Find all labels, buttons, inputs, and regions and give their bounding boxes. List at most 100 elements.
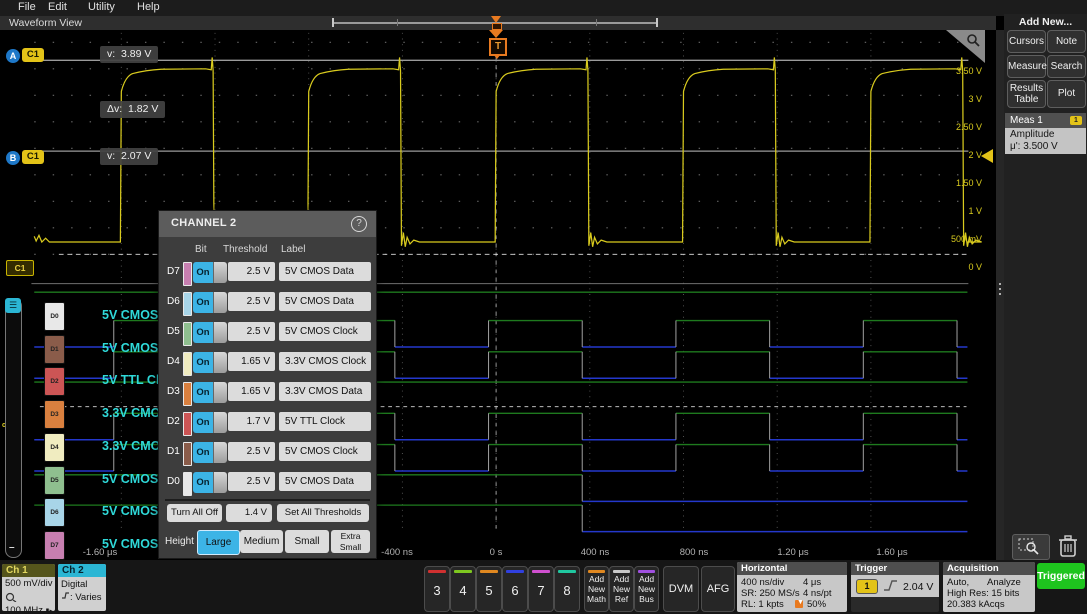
digital-chip-d3[interactable]: D3 <box>44 400 65 429</box>
threshold-field[interactable]: 2.5 V <box>228 472 275 491</box>
add-new-ref-button[interactable]: AddNewRef <box>609 566 634 612</box>
ch2-badge[interactable]: Ch 2 Digital : Varies <box>58 564 106 611</box>
set-all-thresholds-button[interactable]: Set All Thresholds <box>277 504 369 522</box>
menu-edit[interactable]: Edit <box>48 1 67 13</box>
dialog-header[interactable]: CHANNEL 2 ? <box>159 211 376 237</box>
label-field[interactable]: 5V CMOS Clock <box>279 322 371 341</box>
label-field[interactable]: 5V CMOS Data <box>279 262 371 281</box>
digital-chip-d2[interactable]: D2 <box>44 367 65 396</box>
channel-8-button[interactable]: 8 <box>554 566 580 612</box>
threshold-field[interactable]: 2.5 V <box>228 442 275 461</box>
threshold-field[interactable]: 2.5 V <box>228 262 275 281</box>
threshold-field[interactable]: 2.5 V <box>228 322 275 341</box>
sidebar-splitter[interactable] <box>996 30 1004 560</box>
cursor-b-channel-badge[interactable]: C1 <box>22 150 44 164</box>
menu-help[interactable]: Help <box>137 1 160 13</box>
help-icon[interactable]: ? <box>351 216 367 232</box>
trigger-position-icon[interactable] <box>491 16 501 23</box>
label-field[interactable]: 3.3V CMOS Data <box>279 382 371 401</box>
bit-on-toggle[interactable]: On <box>193 472 213 493</box>
digital-group-collapse-icon[interactable]: – <box>9 542 15 553</box>
toggle-knob[interactable] <box>213 412 227 433</box>
add-note-button[interactable]: Note <box>1047 30 1086 53</box>
toggle-knob[interactable] <box>213 382 227 403</box>
bit-on-toggle[interactable]: On <box>193 382 213 403</box>
threshold-field[interactable]: 1.7 V <box>228 412 275 431</box>
add-results-table-button[interactable]: Results Table <box>1007 80 1046 108</box>
add-measure-button[interactable]: Measure <box>1007 55 1046 78</box>
trigger-panel[interactable]: Trigger 1 2.04 V <box>851 562 939 612</box>
ch2-threshold: : Varies <box>58 591 106 603</box>
acquisition-panel[interactable]: Acquisition Auto, Analyze High Res: 15 b… <box>943 562 1035 612</box>
add-cursors-button[interactable]: Cursors <box>1007 30 1046 53</box>
toggle-knob[interactable] <box>213 472 227 493</box>
toggle-knob[interactable] <box>213 442 227 463</box>
waveform-view-tab-strip: Waveform View <box>0 16 996 30</box>
label-field[interactable]: 3.3V CMOS Clock <box>279 352 371 371</box>
threshold-field[interactable]: 1.65 V <box>228 352 275 371</box>
channel-6-button[interactable]: 6 <box>502 566 528 612</box>
meas1-badge[interactable]: Meas 1 1 Amplitude μ': 3.500 V <box>1005 113 1086 153</box>
digital-chip-d0[interactable]: D0 <box>44 302 65 331</box>
digital-chip-d4[interactable]: D4 <box>44 433 65 462</box>
cursor-a-badge[interactable]: A <box>6 49 20 63</box>
toggle-knob[interactable] <box>213 322 227 343</box>
digital-chip-d5[interactable]: D5 <box>44 466 65 495</box>
bit-on-toggle[interactable]: On <box>193 352 213 373</box>
channel-7-button[interactable]: 7 <box>528 566 554 612</box>
digital-chip-d7[interactable]: D7 <box>44 531 65 560</box>
turn-all-off-button[interactable]: Turn All Off <box>167 504 222 522</box>
bit-on-toggle[interactable]: On <box>193 292 213 313</box>
menu-utility[interactable]: Utility <box>88 1 115 13</box>
ch1-badge[interactable]: Ch 1 500 mV/div 100 MHz ▮▸ <box>2 564 55 611</box>
all-threshold-field[interactable]: 1.4 V <box>226 504 272 522</box>
height-option-small[interactable]: Small <box>285 530 329 553</box>
bit-on-toggle[interactable]: On <box>193 412 213 433</box>
trigger-position-box[interactable] <box>492 23 502 30</box>
tab-waveform-view[interactable]: Waveform View <box>9 17 82 29</box>
cursor-a-channel-badge[interactable]: C1 <box>22 48 44 62</box>
toggle-knob[interactable] <box>213 292 227 313</box>
trigger-flag-arrow[interactable] <box>489 30 503 38</box>
channel-3-button[interactable]: 3 <box>424 566 450 612</box>
label-field[interactable]: 5V CMOS Data <box>279 472 371 491</box>
digital-group-grip-icon[interactable]: ☰ <box>5 298 21 313</box>
menu-file[interactable]: File <box>18 1 36 13</box>
threshold-field[interactable]: 2.5 V <box>228 292 275 311</box>
bit-color-chip <box>183 472 192 496</box>
dvm-button[interactable]: DVM <box>663 566 699 612</box>
trash-icon[interactable] <box>1056 532 1080 560</box>
height-option-medium[interactable]: Medium <box>240 530 283 553</box>
bit-on-toggle[interactable]: On <box>193 262 213 283</box>
label-field[interactable]: 5V CMOS Data <box>279 292 371 311</box>
channel-4-button[interactable]: 4 <box>450 566 476 612</box>
add-search-button[interactable]: Search <box>1047 55 1086 78</box>
threshold-field[interactable]: 1.65 V <box>228 382 275 401</box>
afg-button[interactable]: AFG <box>701 566 735 612</box>
acquisition-analyze: Analyze <box>987 577 1021 588</box>
toggle-knob[interactable] <box>213 262 227 283</box>
toggle-knob[interactable] <box>213 352 227 373</box>
label-field[interactable]: 5V TTL Clock <box>279 412 371 431</box>
add-plot-button[interactable]: Plot <box>1047 80 1086 108</box>
ch2-name: Ch 2 <box>58 564 106 577</box>
zoom-tool-button[interactable] <box>1012 534 1050 560</box>
magnifier-icon <box>966 33 981 48</box>
cursor-b-badge[interactable]: B <box>6 151 20 165</box>
digital-chip-d6[interactable]: D6 <box>44 498 65 527</box>
trigger-level-arrow[interactable] <box>981 149 993 163</box>
digital-group-handle[interactable] <box>5 298 22 558</box>
horizontal-panel[interactable]: Horizontal 400 ns/div 4 μs SR: 250 MS/s … <box>737 562 847 612</box>
channel-5-button[interactable]: 5 <box>476 566 502 612</box>
overview-right-bracket[interactable] <box>656 18 658 27</box>
bit-on-toggle[interactable]: On <box>193 322 213 343</box>
label-field[interactable]: 5V CMOS Clock <box>279 442 371 461</box>
overview-left-bracket[interactable] <box>332 18 334 27</box>
add-new-bus-button[interactable]: AddNewBus <box>634 566 659 612</box>
add-new-math-button[interactable]: AddNewMath <box>584 566 609 612</box>
height-option-large[interactable]: Large <box>197 530 240 555</box>
height-option-extra-small[interactable]: Extra Small <box>331 530 370 553</box>
digital-chip-d1[interactable]: D1 <box>44 335 65 364</box>
bit-on-toggle[interactable]: On <box>193 442 213 463</box>
c1-ground-marker[interactable]: C1 <box>6 260 34 276</box>
